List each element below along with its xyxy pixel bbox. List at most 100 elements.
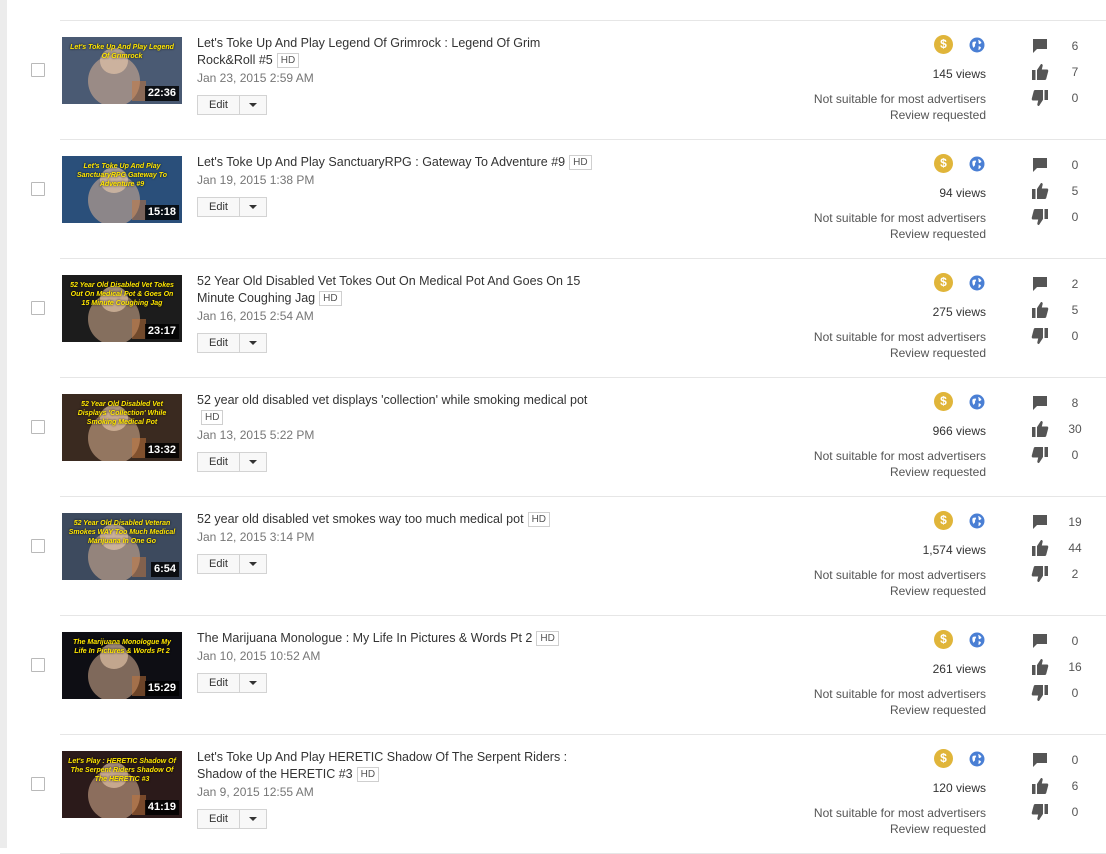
globe-icon[interactable] (969, 275, 985, 291)
edit-button[interactable]: Edit (198, 96, 240, 114)
row-checkbox[interactable] (31, 63, 45, 77)
video-info: 52 year old disabled vet displays 'colle… (197, 392, 597, 472)
video-title-line: Let's Toke Up And Play SanctuaryRPG : Ga… (197, 154, 597, 171)
thumbs-up-icon[interactable] (1031, 182, 1049, 200)
thumbs-up-icon[interactable] (1031, 658, 1049, 676)
video-title[interactable]: The Marijuana Monologue : My Life In Pic… (197, 631, 532, 645)
edit-button[interactable]: Edit (198, 555, 240, 573)
video-row: Let's Toke Up And Play SanctuaryRPG Gate… (0, 140, 1106, 259)
hd-badge: HD (201, 410, 224, 425)
edit-dropdown-button[interactable] (240, 96, 266, 114)
video-duration: 13:32 (144, 443, 179, 458)
monetization-status: Not suitable for most advertisers Review… (814, 329, 986, 361)
video-thumbnail[interactable]: 52 Year Old Disabled Vet Displays 'Colle… (62, 394, 182, 461)
edit-dropdown-button[interactable] (240, 674, 266, 692)
edit-button[interactable]: Edit (198, 453, 240, 471)
comment-icon (1033, 753, 1047, 767)
dollar-icon[interactable]: $ (934, 154, 953, 173)
row-checkbox[interactable] (31, 539, 45, 553)
thumbs-down-icon[interactable] (1031, 208, 1049, 226)
dollar-icon[interactable]: $ (934, 749, 953, 768)
video-title[interactable]: 52 year old disabled vet displays 'colle… (197, 393, 587, 407)
globe-icon[interactable] (969, 751, 985, 767)
video-thumbnail[interactable]: The Marijuana Monologue My Life In Pictu… (62, 632, 182, 699)
video-duration: 15:29 (144, 681, 179, 696)
review-status-text: Review requested (889, 227, 986, 241)
row-checkbox[interactable] (31, 777, 45, 791)
review-status-text: Review requested (889, 465, 986, 479)
dollar-icon[interactable]: $ (934, 35, 953, 54)
view-count: 966 views (932, 424, 986, 438)
edit-button-group: Edit (197, 95, 267, 115)
edit-dropdown-button[interactable] (240, 453, 266, 471)
thumbs-down-icon[interactable] (1031, 89, 1049, 107)
video-thumbnail[interactable]: Let's Toke Up And Play SanctuaryRPG Gate… (62, 156, 182, 223)
edit-dropdown-button[interactable] (240, 555, 266, 573)
hd-badge: HD (276, 53, 300, 68)
comment-icon (1033, 39, 1047, 53)
thumbs-down-icon[interactable] (1031, 684, 1049, 702)
video-title[interactable]: 52 Year Old Disabled Vet Tokes Out On Me… (197, 274, 580, 305)
review-status-text: Review requested (889, 108, 986, 122)
edit-button[interactable]: Edit (198, 334, 240, 352)
thumbs-up-icon[interactable] (1031, 420, 1049, 438)
video-title[interactable]: 52 year old disabled vet smokes way too … (197, 512, 524, 526)
like-count: 44 (1068, 541, 1082, 555)
thumbs-down-icon[interactable] (1031, 327, 1049, 345)
globe-icon[interactable] (969, 632, 985, 648)
globe-icon[interactable] (969, 394, 985, 410)
upload-date: Jan 23, 2015 2:59 AM (197, 71, 314, 85)
video-title[interactable]: Let's Toke Up And Play SanctuaryRPG : Ga… (197, 155, 565, 169)
row-checkbox[interactable] (31, 420, 45, 434)
view-count: 145 views (932, 67, 986, 81)
dollar-icon[interactable]: $ (934, 630, 953, 649)
thumbs-down-icon[interactable] (1031, 803, 1049, 821)
video-thumbnail[interactable]: Let's Play : HERETIC Shadow Of The Serpe… (62, 751, 182, 818)
dislike-count: 2 (1071, 567, 1079, 581)
thumbs-up-icon[interactable] (1031, 63, 1049, 81)
thumbs-up-icon[interactable] (1031, 301, 1049, 319)
upload-date: Jan 12, 2015 3:14 PM (197, 530, 315, 544)
video-thumbnail[interactable]: Let's Toke Up And Play Legend Of Grimroc… (62, 37, 182, 104)
video-duration: 6:54 (150, 562, 179, 577)
globe-icon[interactable] (969, 513, 985, 529)
video-info: Let's Toke Up And Play HERETIC Shadow Of… (197, 749, 597, 829)
video-title[interactable]: Let's Toke Up And Play Legend Of Grimroc… (197, 36, 540, 67)
edit-button[interactable]: Edit (198, 674, 240, 692)
edit-dropdown-button[interactable] (240, 198, 266, 216)
edit-dropdown-button[interactable] (240, 810, 266, 828)
dislike-count: 0 (1071, 210, 1079, 224)
dollar-icon[interactable]: $ (934, 273, 953, 292)
review-status-text: Review requested (889, 346, 986, 360)
globe-icon[interactable] (969, 37, 985, 53)
globe-icon[interactable] (969, 156, 985, 172)
like-count: 30 (1068, 422, 1082, 436)
upload-date: Jan 10, 2015 10:52 AM (197, 649, 321, 663)
dollar-icon[interactable]: $ (934, 392, 953, 411)
thumbs-up-icon[interactable] (1031, 777, 1049, 795)
dislike-count: 0 (1071, 805, 1079, 819)
edit-button[interactable]: Edit (198, 810, 240, 828)
comment-count: 6 (1071, 39, 1079, 53)
video-duration: 23:17 (144, 324, 179, 339)
hd-badge: HD (319, 291, 342, 306)
edit-button[interactable]: Edit (198, 198, 240, 216)
video-thumbnail[interactable]: 52 Year Old Disabled Veteran Smokes WAY … (62, 513, 182, 580)
dollar-icon[interactable]: $ (934, 511, 953, 530)
video-title[interactable]: Let's Toke Up And Play HERETIC Shadow Of… (197, 750, 567, 781)
thumbs-down-icon[interactable] (1031, 446, 1049, 464)
video-thumbnail[interactable]: 52 Year Old Disabled Vet Tokes Out On Me… (62, 275, 182, 342)
edit-button-group: Edit (197, 554, 267, 574)
comment-count: 0 (1071, 634, 1079, 648)
edit-dropdown-button[interactable] (240, 334, 266, 352)
thumbnail-caption: Let's Play : HERETIC Shadow Of The Serpe… (68, 758, 176, 783)
thumbs-down-icon[interactable] (1031, 565, 1049, 583)
thumbs-up-icon[interactable] (1031, 539, 1049, 557)
row-checkbox[interactable] (31, 301, 45, 315)
edit-button-group: Edit (197, 809, 267, 829)
row-checkbox[interactable] (31, 658, 45, 672)
like-count: 16 (1068, 660, 1082, 674)
review-status-text: Review requested (889, 822, 986, 836)
row-checkbox[interactable] (31, 182, 45, 196)
video-info: Let's Toke Up And Play SanctuaryRPG : Ga… (197, 154, 597, 217)
